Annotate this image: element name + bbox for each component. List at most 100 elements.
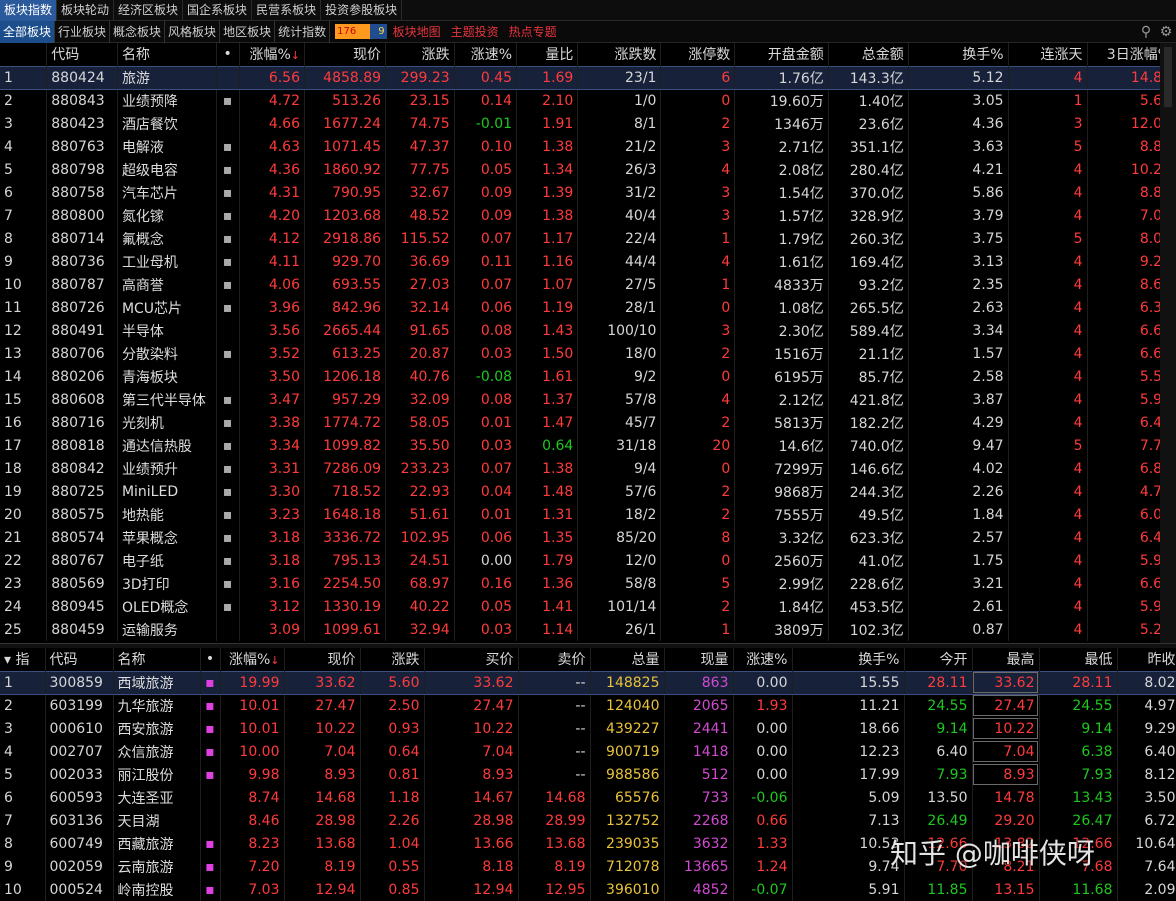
table-row[interactable]: 25 880459 运输服务 3.09 1099.61 32.94 0.03 1.14 26/1…: [0, 618, 1176, 641]
price: 3336.72: [304, 526, 387, 549]
row-index: 20: [0, 503, 48, 526]
column-header[interactable]: 涨跌: [385, 43, 455, 66]
column-header[interactable]: 涨速%: [733, 648, 793, 671]
topic-link[interactable]: 热点专题: [509, 23, 557, 40]
search-icon[interactable]: ⚲: [1136, 21, 1156, 43]
gear-icon[interactable]: ⚙: [1156, 21, 1176, 43]
column-header[interactable]: 涨速%: [454, 43, 518, 66]
bid-price: 12.94: [424, 878, 519, 901]
table-row[interactable]: 2 603199 九华旅游 ▪ 10.01 27.47 2.50 27.47 -- 124040 2…: [0, 694, 1176, 717]
column-header[interactable]: 昨收: [1117, 648, 1176, 671]
column-header[interactable]: 代码: [45, 648, 114, 671]
table-row[interactable]: 5 880798 超级电容 ▪ 4.36 1860.92 77.75 0.05 1.34 26/3…: [0, 158, 1176, 181]
change: 32.94: [385, 618, 455, 641]
column-header[interactable]: 卖价: [518, 648, 591, 671]
table-row[interactable]: 23 880569 3D打印 ▪ 3.16 2254.50 68.97 0.16 1.36 58/…: [0, 572, 1176, 595]
top-tab[interactable]: 国企系板块: [183, 0, 253, 21]
table-row[interactable]: 7 880800 氮化镓 ▪ 4.20 1203.68 48.52 0.09 1.38 40/4 3…: [0, 204, 1176, 227]
table-row[interactable]: 1 880424 旅游 6.56 4858.89 299.23 0.45 1.69 23/1 6 1…: [0, 65, 1176, 90]
table-row[interactable]: 2 880843 业绩预降 ▪ 4.72 513.26 23.15 0.14 2.10 1/0 0 1…: [0, 89, 1176, 112]
table-row[interactable]: 19 880725 MiniLED ▪ 3.30 718.52 22.93 0.04 1.48 5…: [0, 480, 1176, 503]
column-header[interactable]: 最高: [972, 648, 1040, 671]
table-row[interactable]: 20 880575 地热能 ▪ 3.23 1648.18 51.61 0.01 1.31 18/2…: [0, 503, 1176, 526]
column-header[interactable]: •: [216, 43, 240, 66]
limit-up-count: 5: [660, 572, 736, 595]
table-row[interactable]: 9 880736 工业母机 ▪ 4.11 929.70 36.69 0.11 1.16 44/4 4…: [0, 250, 1176, 273]
column-header[interactable]: 换手%: [792, 648, 905, 671]
column-header-sorted[interactable]: 涨幅%↓: [239, 43, 306, 66]
column-header[interactable]: 连涨天: [1008, 43, 1088, 66]
consecutive-days: 4: [1008, 181, 1088, 204]
top-tab[interactable]: 板块轮动: [57, 0, 115, 21]
table-row[interactable]: 4 002707 众信旅游 ▪ 10.00 7.04 0.64 7.04 -- 900719 141…: [0, 740, 1176, 763]
scrollbar-thumb[interactable]: [1164, 47, 1172, 107]
column-header[interactable]: 涨跌数: [577, 43, 662, 66]
topic-link[interactable]: 板块地图: [393, 23, 441, 40]
table-row[interactable]: 8 880714 氟概念 ▪ 4.12 2918.86 115.52 0.07 1.17 22/4…: [0, 227, 1176, 250]
statistics-badge[interactable]: 176 9: [335, 24, 387, 39]
table-row[interactable]: 10 000524 岭南控股 ▪ 7.03 12.94 0.85 12.94 12.95 3960…: [0, 878, 1176, 901]
column-header[interactable]: 量比: [516, 43, 579, 66]
turnover-pct: 0.87: [908, 618, 1009, 641]
scrollbar[interactable]: [1160, 43, 1176, 643]
current-volume: 2065: [664, 694, 734, 717]
table-row[interactable]: 3 880423 酒店餐饮 4.66 1677.24 74.75 -0.01 1.91 8/1 2…: [0, 112, 1176, 135]
top-tab[interactable]: 投资参股板块: [321, 0, 403, 21]
column-header[interactable]: 买价: [424, 648, 519, 671]
column-header[interactable]: 今开: [904, 648, 973, 671]
column-header[interactable]: 现量: [664, 648, 734, 671]
table-row[interactable]: 7 603136 天目湖 8.46 28.98 2.26 28.98 28.99 132752 2…: [0, 809, 1176, 832]
table-row[interactable]: 3 000610 西安旅游 ▪ 10.01 10.22 0.93 10.22 -- 439227 2…: [0, 717, 1176, 740]
column-header[interactable]: 总量: [590, 648, 665, 671]
marker-icon: ▪: [200, 832, 221, 855]
sub-tab[interactable]: 风格板块: [165, 20, 221, 43]
table-row[interactable]: 11 880726 MCU芯片 ▪ 3.96 842.96 32.14 0.06 1.19 28/…: [0, 296, 1176, 319]
sub-tab[interactable]: 地区板块: [220, 20, 276, 43]
column-header[interactable]: 涨跌: [360, 648, 425, 671]
table-row[interactable]: 18 880842 业绩预升 ▪ 3.31 7286.09 233.23 0.07 1.38 9/…: [0, 457, 1176, 480]
turnover-pct: 5.91: [792, 878, 905, 901]
table-row[interactable]: 16 880716 光刻机 ▪ 3.38 1774.72 58.05 0.01 1.47 45/7…: [0, 411, 1176, 434]
column-header[interactable]: 换手%: [908, 43, 1009, 66]
column-header[interactable]: 开盘金额: [734, 43, 829, 66]
sub-tab[interactable]: 统计指数: [275, 20, 331, 43]
column-header[interactable]: 名称: [113, 648, 201, 671]
speed-pct: 0.03: [454, 434, 518, 457]
top-tab[interactable]: 经济区板块: [114, 0, 184, 21]
column-header[interactable]: [0, 43, 48, 66]
top-tab[interactable]: 板块指数: [0, 0, 58, 21]
column-header[interactable]: 代码: [46, 43, 118, 66]
sub-tab[interactable]: 全部板块: [0, 20, 56, 43]
marker-icon: [216, 319, 240, 342]
table-row[interactable]: 13 880706 分散染料 ▪ 3.52 613.25 20.87 0.03 1.50 18/0…: [0, 342, 1176, 365]
table-row[interactable]: 6 600593 大连圣亚 8.74 14.68 1.18 14.67 14.68 65576 7…: [0, 786, 1176, 809]
table-row[interactable]: 21 880574 苹果概念 ▪ 3.18 3336.72 102.95 0.06 1.35 85…: [0, 526, 1176, 549]
table-row[interactable]: 14 880206 青海板块 3.50 1206.18 40.76 -0.08 1.61 9/2…: [0, 365, 1176, 388]
column-header[interactable]: 现价: [284, 648, 361, 671]
table-row[interactable]: 17 880818 通达信热股 ▪ 3.34 1099.82 35.50 0.03 0.64 31…: [0, 434, 1176, 457]
column-header-sorted[interactable]: 涨幅%↓: [220, 648, 285, 671]
column-header[interactable]: 名称: [117, 43, 217, 66]
table-row[interactable]: 22 880767 电子纸 ▪ 3.18 795.13 24.51 0.00 1.79 12/0 0…: [0, 549, 1176, 572]
table-row[interactable]: 12 880491 半导体 3.56 2665.44 91.65 0.08 1.43 100/1…: [0, 319, 1176, 342]
sector-name: 运输服务: [117, 618, 217, 641]
sub-tab[interactable]: 概念板块: [110, 20, 166, 43]
sub-tab[interactable]: 行业板块: [55, 20, 111, 43]
marker-icon: ▪: [216, 411, 240, 434]
table-row[interactable]: 24 880945 OLED概念 ▪ 3.12 1330.19 40.22 0.05 1.41 1…: [0, 595, 1176, 618]
column-header[interactable]: 最低: [1039, 648, 1118, 671]
column-header[interactable]: 涨停数: [660, 43, 736, 66]
column-header[interactable]: 总金额: [828, 43, 909, 66]
top-tab[interactable]: 民营系板块: [252, 0, 322, 21]
table-row[interactable]: 5 002033 丽江股份 ▪ 9.98 8.93 0.81 8.93 -- 988586 512 0…: [0, 763, 1176, 786]
prev-close: 3.50: [1117, 786, 1176, 809]
table-row[interactable]: 6 880758 汽车芯片 ▪ 4.31 790.95 32.67 0.09 1.39 31/2 3…: [0, 181, 1176, 204]
topic-link[interactable]: 主题投资: [451, 23, 499, 40]
column-header[interactable]: ▾ 指: [0, 648, 46, 671]
table-row[interactable]: 4 880763 电解液 ▪ 4.63 1071.45 47.37 0.10 1.38 21/2 3…: [0, 135, 1176, 158]
column-header[interactable]: •: [200, 648, 221, 671]
column-header[interactable]: 现价: [304, 43, 387, 66]
table-row[interactable]: 1 300859 西域旅游 ▪ 19.99 33.62 5.60 33.62 -- 148825 8…: [0, 670, 1176, 695]
table-row[interactable]: 15 880608 第三代半导体 ▪ 3.47 957.29 32.09 0.08 1.37 57…: [0, 388, 1176, 411]
table-row[interactable]: 10 880787 高商誉 ▪ 4.06 693.55 27.03 0.07 1.07 27/5 1…: [0, 273, 1176, 296]
